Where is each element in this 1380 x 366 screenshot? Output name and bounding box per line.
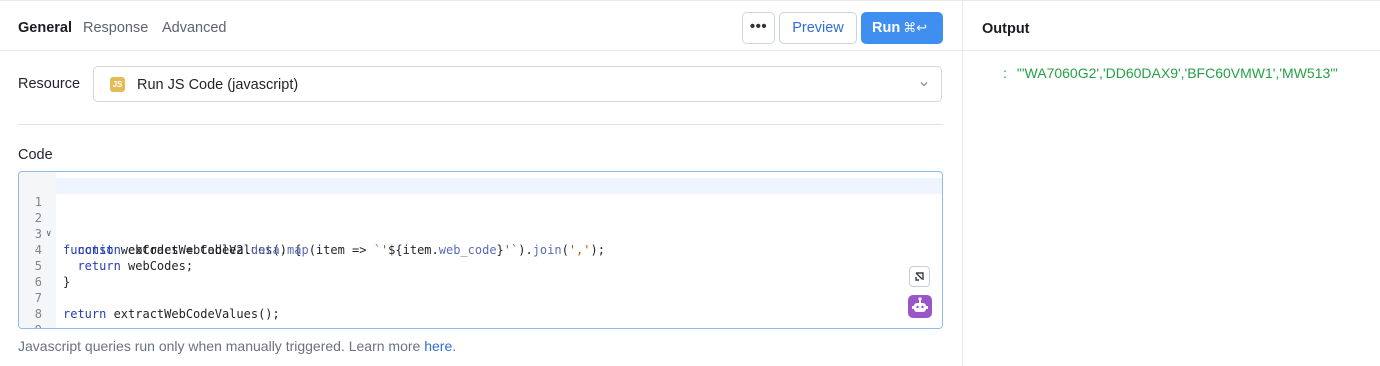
resource-label: Resource [18,76,81,92]
run-button[interactable]: Run ⌘↩ [861,12,943,44]
query-editor-panel: General Response Advanced ••• Preview Ru… [0,0,962,366]
tab-advanced[interactable]: Advanced [162,20,227,36]
code-line[interactable]: 8 [19,290,62,321]
more-options-button[interactable]: ••• [742,12,775,44]
run-shortcut-icon: ⌘↩ [903,20,928,35]
output-title: Output [982,21,1030,37]
more-icon: ••• [749,18,768,35]
resource-selected-value: Run JS Code (javascript) [137,77,299,93]
section-divider [18,124,943,125]
code-line[interactable]: 1 [19,178,62,209]
code-line[interactable]: 6 [19,258,62,289]
code-line[interactable]: 9 [19,306,62,328]
tab-response[interactable]: Response [83,20,148,36]
code-line-text: return webCodes; [77,259,194,273]
chevron-down-icon [920,82,928,87]
expand-editor-icon[interactable] [909,266,930,287]
helper-text-body: Javascript queries run only when manuall… [18,338,425,354]
code-line-text: return extractWebCodeValues(); [63,307,280,321]
code-line[interactable]: 3 const webCodes = table2.data.map(item … [19,210,605,257]
helper-text-suffix: . [452,338,457,354]
output-value: "'WA7060G2','DD60DAX9','BFC60VMW1','MW51… [1016,65,1338,81]
code-label: Code [18,147,53,163]
output-header: Output [963,1,1380,51]
preview-button[interactable]: Preview [779,12,857,44]
code-line[interactable]: 5 } [19,242,70,289]
code-line[interactable]: 4 return webCodes; [19,226,193,273]
output-colon: : [1003,65,1007,81]
output-value-row: : "'WA7060G2','DD60DAX9','BFC60VMW1','MW5… [1003,65,1338,81]
learn-more-link[interactable]: here [424,338,452,354]
resource-select[interactable]: JS Run JS Code (javascript) [93,66,942,102]
line-number: 9 [19,322,42,328]
code-editor[interactable]: 1 2 ∨ function extractWebCodeValues() { … [18,171,943,329]
code-line[interactable]: 2 ∨ function extractWebCodeValues() { [19,194,302,257]
run-button-label: Run [872,20,901,36]
code-line[interactable]: 7 return extractWebCodeValues(); [19,274,280,321]
code-line-text: const webCodes = table2.data.map(item =>… [77,243,605,257]
editor-header: General Response Advanced ••• Preview Ru… [0,1,962,51]
ai-assistant-icon[interactable] [908,295,932,318]
active-line-highlight [56,178,942,194]
code-line-text: } [63,275,71,289]
output-panel: Output : "'WA7060G2','DD60DAX9','BFC60VMW… [962,0,1380,366]
tab-general[interactable]: General [18,20,72,36]
javascript-icon: JS [110,77,125,92]
helper-text: Javascript queries run only when manuall… [18,338,456,354]
